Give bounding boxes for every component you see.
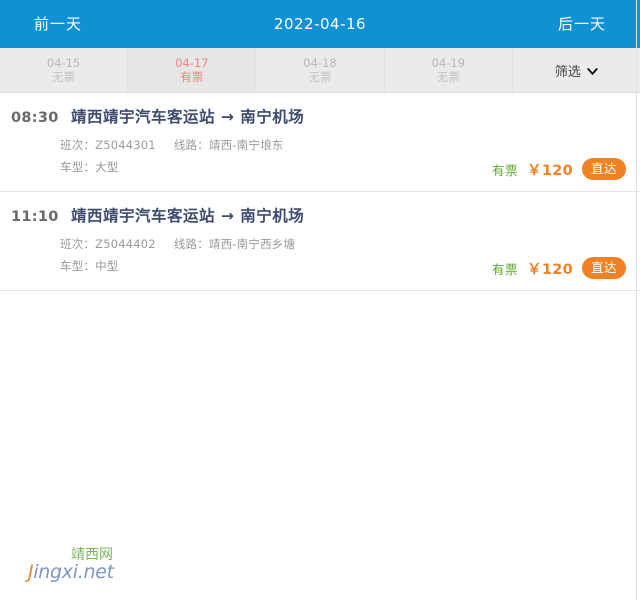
trip-booking-area: 有票 ￥120 直达 (492, 257, 626, 279)
date-tab-04-19[interactable]: 04-19 无票 (384, 48, 513, 92)
vehicle-label: 车型： (60, 159, 96, 174)
vehicle-value: 大型 (95, 159, 119, 174)
schedule-value: Z5044402 (95, 237, 156, 251)
date-tab-status: 有票 (180, 70, 204, 84)
trip-route-title: 靖西靖宇汽车客运站 → 南宁机场 (71, 207, 305, 225)
ticket-price: ￥120 (527, 261, 573, 278)
date-tab-04-15[interactable]: 04-15 无票 (0, 48, 129, 92)
line-label: 线路： (173, 237, 209, 251)
site-watermark: 靖西网 Jingxi.net (28, 547, 148, 583)
date-navigation-bar: 前一天 2022-04-16 后一天 (0, 0, 640, 48)
next-day-button[interactable]: 后一天 (558, 16, 606, 32)
schedule-label: 班次： (60, 138, 96, 152)
vehicle-label: 车型： (60, 258, 96, 273)
date-tab-status: 无票 (52, 70, 76, 84)
ticket-status-badge: 有票 (492, 261, 519, 277)
line-value: 靖西-南宁埌东 (208, 138, 284, 152)
watermark-domain-rest: ingxi.net (33, 561, 114, 584)
trip-departure-time: 11:10 (11, 209, 59, 225)
trip-meta-line-1: 班次：Z5044402 线路：靖西-南宁西乡塘 (60, 234, 640, 256)
filter-button[interactable]: 筛选 (512, 48, 640, 92)
trip-row[interactable]: 11:10 靖西靖宇汽车客运站 → 南宁机场 班次：Z5044402 线路：靖西-… (0, 192, 640, 291)
date-tab-date: 04-15 (46, 55, 81, 70)
schedule-value: Z5044301 (95, 138, 156, 152)
prev-day-button[interactable]: 前一天 (34, 16, 82, 32)
ticket-status-badge: 有票 (492, 162, 519, 178)
line-label: 线路： (173, 138, 209, 152)
schedule-label: 班次： (60, 237, 96, 251)
direct-booking-button[interactable]: 直达 (581, 257, 626, 279)
trip-meta-line-1: 班次：Z5044301 线路：靖西-南宁埌东 (60, 135, 640, 157)
bus-schedule-page: 前一天 2022-04-16 后一天 04-15 无票 04-17 有票 04-… (0, 0, 640, 600)
date-tab-status: 无票 (308, 70, 332, 84)
date-tab-04-17[interactable]: 04-17 有票 (128, 48, 257, 92)
trip-row[interactable]: 08:30 靖西靖宇汽车客运站 → 南宁机场 班次：Z5044301 线路：靖西-… (0, 93, 640, 192)
filter-label: 筛选 (554, 64, 581, 80)
date-tab-04-18[interactable]: 04-18 无票 (256, 48, 385, 92)
trip-booking-area: 有票 ￥120 直达 (492, 158, 626, 180)
date-tab-date: 04-18 (303, 55, 337, 70)
chevron-down-icon (587, 66, 598, 77)
trip-header: 08:30 靖西靖宇汽车客运站 → 南宁机场 (0, 105, 640, 127)
trip-route-title: 靖西靖宇汽车客运站 → 南宁机场 (71, 108, 305, 126)
current-date-label: 2022-04-16 (273, 14, 367, 33)
trip-header: 11:10 靖西靖宇汽车客运站 → 南宁机场 (0, 204, 640, 226)
date-tab-date: 04-17 (175, 55, 209, 70)
date-tab-status: 无票 (436, 70, 460, 84)
date-tabs-strip: 04-15 无票 04-17 有票 04-18 无票 04-19 无票 筛选 (0, 48, 640, 93)
date-tab-date: 04-19 (431, 55, 465, 70)
line-value: 靖西-南宁西乡塘 (208, 237, 296, 251)
trip-list: 08:30 靖西靖宇汽车客运站 → 南宁机场 班次：Z5044301 线路：靖西-… (0, 93, 640, 291)
watermark-domain: Jingxi.net (28, 562, 148, 583)
direct-booking-button[interactable]: 直达 (581, 158, 626, 180)
vehicle-value: 中型 (95, 258, 119, 273)
page-right-edge (636, 0, 637, 600)
trip-departure-time: 08:30 (11, 110, 59, 126)
ticket-price: ￥120 (527, 162, 573, 179)
